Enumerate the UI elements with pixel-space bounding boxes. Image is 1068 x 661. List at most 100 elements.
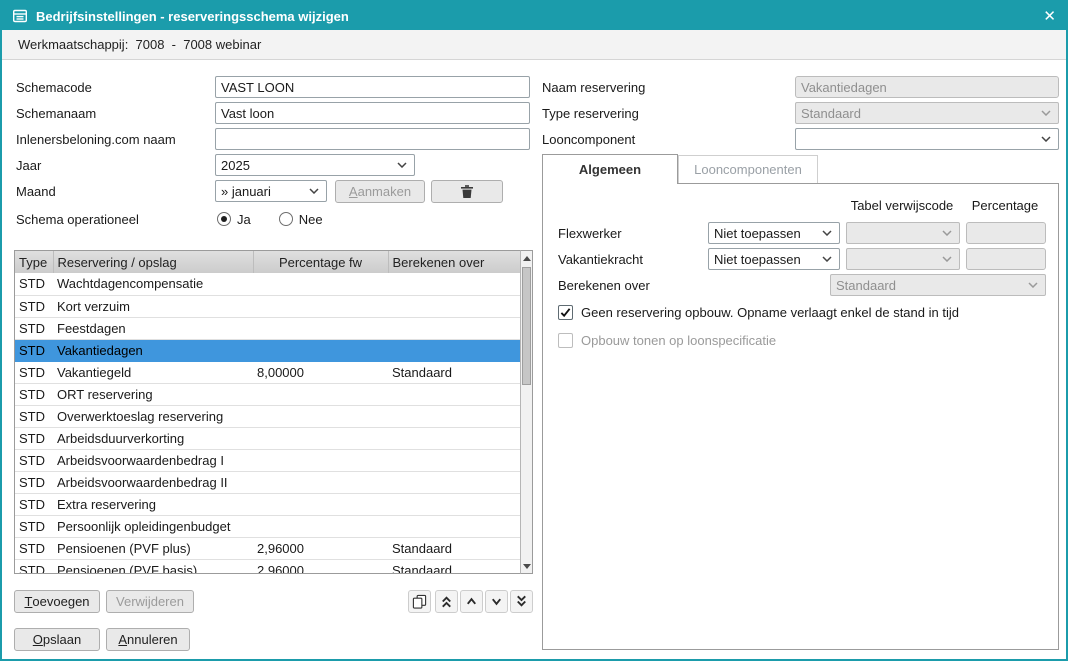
form-icon (12, 8, 28, 24)
table-cell: Vakantiedagen (53, 339, 253, 361)
table-row[interactable]: STDFeestdagen (15, 317, 521, 339)
opslaan-button[interactable]: Opslaan (14, 628, 100, 651)
inlenersbeloning-input[interactable] (215, 128, 530, 150)
table-cell: Kort verzuim (53, 295, 253, 317)
table-cell: 2,96000 (253, 537, 388, 559)
aanmaken-button[interactable]: Aanmaken (335, 180, 425, 203)
schemacode-input[interactable] (215, 76, 530, 98)
berekenen-over-select: Standaard (830, 274, 1046, 296)
trash-icon (460, 184, 474, 199)
table-cell: Overwerktoeslag reservering (53, 405, 253, 427)
delete-month-button[interactable] (431, 180, 503, 203)
looncomponent-label: Looncomponent (542, 132, 635, 147)
table-cell: STD (15, 559, 53, 574)
type-reservering-value: Standaard (801, 106, 1037, 121)
table-cell: STD (15, 449, 53, 471)
table-row[interactable]: STDArbeidsvoorwaardenbedrag I (15, 449, 521, 471)
table-cell (253, 405, 388, 427)
chevron-down-icon (397, 162, 407, 168)
chevron-double-up-icon (439, 594, 454, 609)
flexwerker-toepassen-select[interactable]: Niet toepassen (708, 222, 840, 244)
vakantiekracht-percentage-input (966, 248, 1046, 270)
table-cell (253, 449, 388, 471)
schemanaam-input[interactable] (215, 102, 530, 124)
table-scrollbar[interactable] (520, 250, 533, 574)
table-cell: STD (15, 537, 53, 559)
percentage-column-header: Percentage (963, 198, 1047, 213)
table-row[interactable]: STDArbeidsduurverkorting (15, 427, 521, 449)
close-icon[interactable]: ✕ (1043, 9, 1056, 24)
geen-reservering-opbouw-checkbox[interactable] (558, 305, 573, 320)
table-cell (388, 515, 521, 537)
table-row[interactable]: STDORT reservering (15, 383, 521, 405)
table-cell (253, 427, 388, 449)
scroll-down-icon[interactable] (521, 559, 532, 573)
algemeen-panel: Tabel verwijscode Percentage Flexwerker … (542, 183, 1059, 650)
flexwerker-label: Flexwerker (558, 226, 622, 241)
type-reservering-label: Type reservering (542, 106, 639, 121)
copy-row-button[interactable] (408, 590, 431, 613)
tab-algemeen[interactable]: Algemeen (542, 154, 678, 184)
chevron-down-icon (309, 188, 319, 194)
berekenen-over-value: Standaard (836, 278, 1024, 293)
table-cell (253, 317, 388, 339)
maand-select[interactable]: » januari (215, 180, 327, 202)
radio-ja[interactable] (217, 212, 231, 226)
jaar-select[interactable]: 2025 (215, 154, 415, 176)
move-up-button[interactable] (460, 590, 483, 613)
table-row[interactable]: STDExtra reservering (15, 493, 521, 515)
table-cell: Persoonlijk opleidingenbudget (53, 515, 253, 537)
table-row[interactable]: STDOverwerktoeslag reservering (15, 405, 521, 427)
looncomponent-select[interactable] (795, 128, 1059, 150)
table-cell (388, 493, 521, 515)
reservation-table-body: STDWachtdagencompensatieSTDKort verzuimS… (15, 273, 521, 574)
radio-nee[interactable] (279, 212, 293, 226)
table-cell (388, 427, 521, 449)
table-cell: Pensioenen (PVF basis) (53, 559, 253, 574)
table-row[interactable]: STDArbeidsvoorwaardenbedrag II (15, 471, 521, 493)
table-row[interactable]: STDVakantiedagen (15, 339, 521, 361)
table-header-row: Type Reservering / opslag Percentage fw … (15, 251, 521, 273)
table-row[interactable]: STDPensioenen (PVF plus)2,96000Standaard (15, 537, 521, 559)
opbouw-tonen-label: Opbouw tonen op loonspecificatie (581, 333, 776, 348)
table-row[interactable]: STDKort verzuim (15, 295, 521, 317)
table-row[interactable]: STDPersoonlijk opleidingenbudget (15, 515, 521, 537)
scrollbar-thumb[interactable] (522, 267, 531, 385)
table-cell (253, 493, 388, 515)
chevron-double-down-icon (514, 594, 529, 609)
vakantiekracht-toepassen-select[interactable]: Niet toepassen (708, 248, 840, 270)
move-top-button[interactable] (435, 590, 458, 613)
workspace-bar: Werkmaatschappij: 7008 - 7008 webinar (2, 30, 1066, 60)
column-header-reservering[interactable]: Reservering / opslag (53, 251, 253, 273)
move-down-button[interactable] (485, 590, 508, 613)
table-cell: Standaard (388, 559, 521, 574)
jaar-select-value: 2025 (221, 158, 393, 173)
toevoegen-button[interactable]: Toevoegen (14, 590, 100, 613)
chevron-down-icon (1041, 110, 1051, 116)
table-cell: STD (15, 361, 53, 383)
annuleren-button[interactable]: Annuleren (106, 628, 190, 651)
column-header-percentage[interactable]: Percentage fw (253, 251, 388, 273)
tab-algemeen-label: Algemeen (579, 162, 641, 177)
table-cell: Vakantiegeld (53, 361, 253, 383)
move-bottom-button[interactable] (510, 590, 533, 613)
table-cell (388, 449, 521, 471)
verwijderen-button[interactable]: Verwijderen (106, 590, 194, 613)
table-row[interactable]: STDPensioenen (PVF basis)2,96000Standaar… (15, 559, 521, 574)
column-header-berekenen[interactable]: Berekenen over (388, 251, 521, 273)
schemanaam-label: Schemanaam (16, 106, 96, 121)
table-cell: Arbeidsvoorwaardenbedrag I (53, 449, 253, 471)
table-cell: STD (15, 273, 53, 295)
table-row[interactable]: STDWachtdagencompensatie (15, 273, 521, 295)
flexwerker-verwijscode-select (846, 222, 960, 244)
tab-looncomponenten[interactable]: Looncomponenten (678, 155, 818, 183)
table-cell: ORT reservering (53, 383, 253, 405)
table-cell: STD (15, 339, 53, 361)
table-row[interactable]: STDVakantiegeld8,00000Standaard (15, 361, 521, 383)
table-cell: Pensioenen (PVF plus) (53, 537, 253, 559)
table-cell (388, 339, 521, 361)
table-cell: Arbeidsvoorwaardenbedrag II (53, 471, 253, 493)
scroll-up-icon[interactable] (521, 251, 532, 265)
column-header-type[interactable]: Type (15, 251, 53, 273)
table-cell (253, 383, 388, 405)
